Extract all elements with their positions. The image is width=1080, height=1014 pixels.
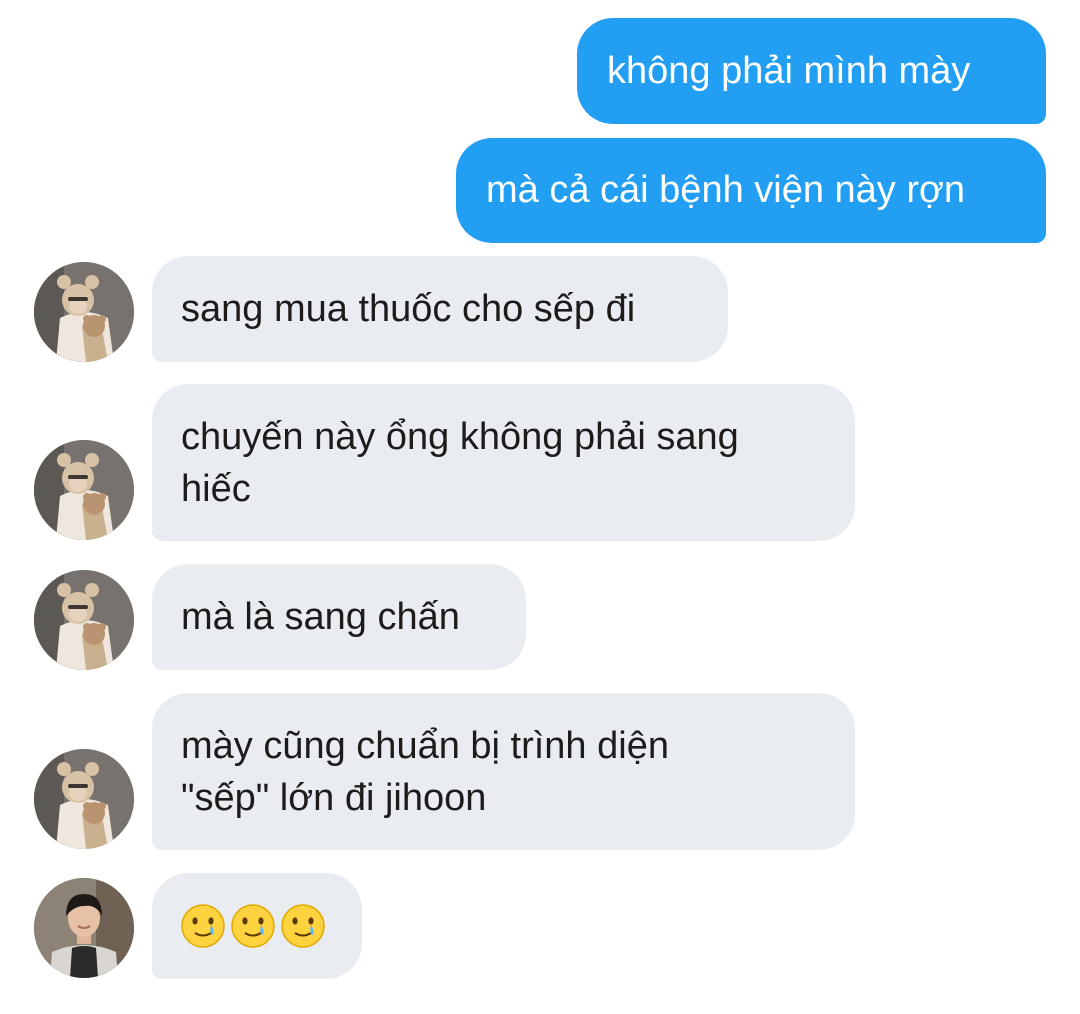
- incoming-message-bubble[interactable]: mà là sang chấn: [152, 564, 526, 670]
- bear-hat-avatar-icon: [34, 749, 134, 849]
- chat-screen: { "messages": [ {"id": "m1", "direction"…: [0, 0, 1080, 1014]
- face-holding-back-tears-icon: [281, 904, 325, 948]
- message-text: mà cả cái bệnh viện này rợn: [486, 169, 966, 211]
- message-text-line: chuyến này ổng không phải sang: [181, 416, 739, 458]
- outgoing-message-bubble[interactable]: không phải mình mày: [577, 18, 1046, 124]
- incoming-message-bubble[interactable]: chuyến này ổng không phải sang hiếc: [152, 384, 855, 541]
- incoming-emoji-bubble[interactable]: [152, 873, 362, 979]
- sender-avatar-bear-hat[interactable]: [34, 570, 134, 670]
- message-text-line: mày cũng chuẩn bị trình diện: [181, 725, 669, 767]
- bear-hat-avatar-icon: [34, 440, 134, 540]
- bear-hat-avatar-icon: [34, 262, 134, 362]
- face-holding-back-tears-icon: [181, 904, 225, 948]
- bear-hat-avatar-icon: [34, 570, 134, 670]
- sender-avatar-bear-hat[interactable]: [34, 440, 134, 540]
- outgoing-message-bubble[interactable]: mà cả cái bệnh viện này rợn: [456, 138, 1046, 243]
- incoming-message-bubble[interactable]: mày cũng chuẩn bị trình diện "sếp" lớn đ…: [152, 693, 855, 850]
- message-text: không phải mình mày: [607, 50, 971, 92]
- message-text: mà là sang chấn: [181, 596, 460, 638]
- message-text-line: "sếp" lớn đi jihoon: [181, 777, 487, 819]
- sender-avatar-bear-hat[interactable]: [34, 749, 134, 849]
- message-text-line: hiếc: [181, 468, 251, 510]
- sender-avatar-boy[interactable]: [34, 878, 134, 978]
- sender-avatar-bear-hat[interactable]: [34, 262, 134, 362]
- emoji-row: [180, 903, 336, 949]
- incoming-message-bubble[interactable]: sang mua thuốc cho sếp đi: [152, 256, 728, 362]
- message-text: sang mua thuốc cho sếp đi: [181, 288, 636, 330]
- boy-avatar-icon: [34, 878, 134, 978]
- face-holding-back-tears-icon: [231, 904, 275, 948]
